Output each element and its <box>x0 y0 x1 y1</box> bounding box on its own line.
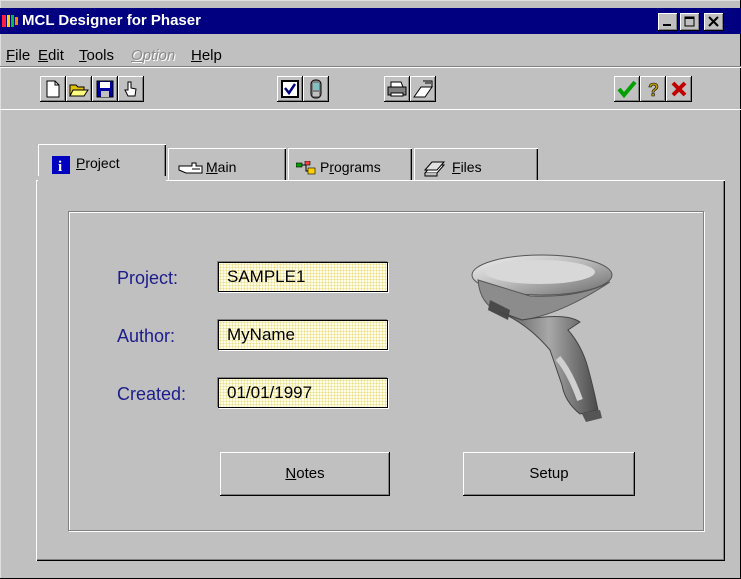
author-field[interactable]: MyName <box>218 320 388 350</box>
toolbar-divider-highlight <box>0 67 741 68</box>
toolbar: ? <box>0 66 741 110</box>
toolbar-bottom-edge <box>0 109 741 110</box>
tab-files[interactable]: Files <box>414 148 538 184</box>
new-button[interactable] <box>40 76 66 102</box>
menu-file[interactable]: File <box>6 47 30 64</box>
tab-files-label: Files <box>452 159 482 175</box>
maximize-button[interactable] <box>680 13 700 31</box>
close-button[interactable] <box>704 13 724 31</box>
created-label: Created: <box>117 384 187 404</box>
minimize-button[interactable] <box>658 13 678 31</box>
setup-button[interactable]: Setup <box>463 452 635 496</box>
author-label: Author: <box>117 326 176 346</box>
device-button[interactable] <box>303 76 329 102</box>
help-button[interactable]: ? <box>640 76 666 102</box>
window-title: MCL Designer for Phaser <box>22 12 201 29</box>
menu-option: Option <box>131 47 176 64</box>
menu-bar: File Edit Tools Option Help <box>0 42 741 66</box>
open-button[interactable] <box>66 76 92 102</box>
menu-help[interactable]: Help <box>191 47 222 64</box>
svg-text:i: i <box>58 159 62 174</box>
ok-button[interactable] <box>614 76 640 102</box>
cancel-button[interactable] <box>666 76 692 102</box>
barcode-scanner-image <box>470 250 640 430</box>
project-field[interactable]: SAMPLE1 <box>218 262 388 292</box>
app-window: MCL Designer for Phaser File Edit Tools … <box>0 0 741 579</box>
title-bar[interactable]: MCL Designer for Phaser <box>0 8 741 34</box>
created-field[interactable]: 01/01/1997 <box>218 378 388 408</box>
tab-project-label: Project <box>76 155 120 171</box>
checkbox-tool-button[interactable] <box>277 76 303 102</box>
print-button[interactable] <box>384 76 410 102</box>
print-preview-button[interactable] <box>410 76 436 102</box>
project-label: Project: <box>117 268 179 288</box>
tab-programs-label: Programs <box>320 159 381 175</box>
tab-main-label: Main <box>206 159 237 175</box>
tab-programs[interactable]: Programs <box>288 148 412 184</box>
menu-tools[interactable]: Tools <box>79 47 114 64</box>
app-logo-icon <box>2 13 18 29</box>
pointer-button[interactable] <box>118 76 144 102</box>
tab-main[interactable]: Main <box>168 148 286 184</box>
svg-text:?: ? <box>648 80 659 99</box>
tab-panel-join <box>38 176 166 182</box>
notes-button[interactable]: Notes <box>220 452 390 496</box>
save-button[interactable] <box>92 76 118 102</box>
menu-edit[interactable]: Edit <box>38 47 64 64</box>
